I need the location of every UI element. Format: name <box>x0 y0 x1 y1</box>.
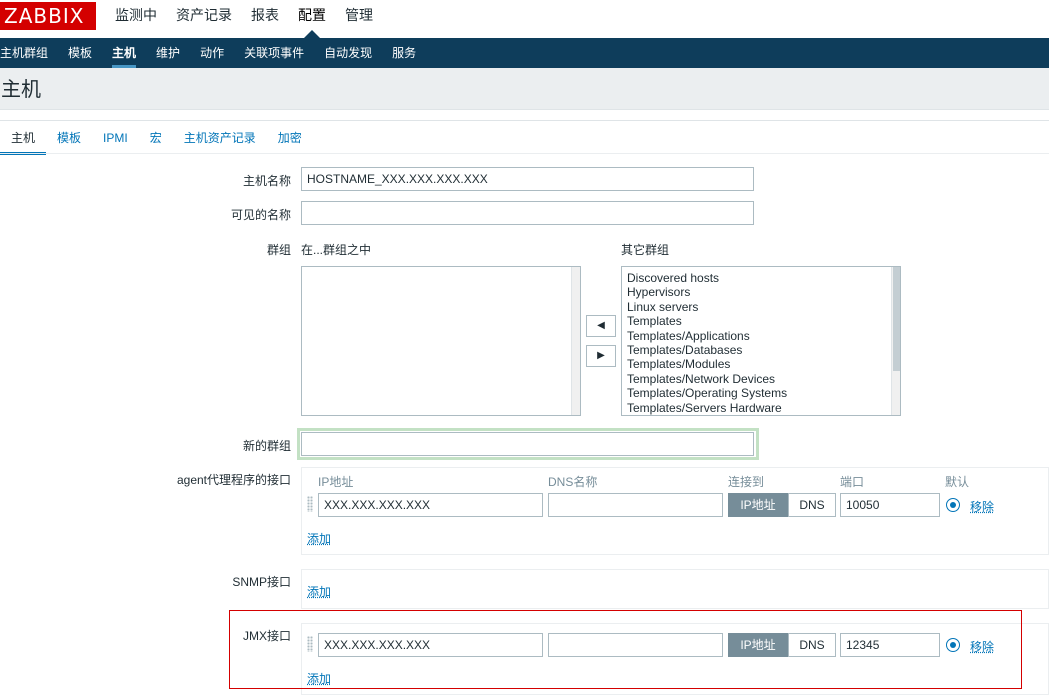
in-groups-label: 在...群组之中 <box>301 243 372 257</box>
list-item[interactable]: Templates/Servers Hardware <box>622 401 900 415</box>
in-groups-list[interactable] <box>301 266 581 416</box>
agent-port-input[interactable]: 10050 <box>840 493 940 517</box>
other-groups-label: 其它群组 <box>621 243 670 257</box>
col-default: 默认 <box>945 475 970 489</box>
in-groups-scrollbar[interactable] <box>571 267 580 415</box>
drag-handle-icon[interactable] <box>307 496 313 512</box>
top-menu-inventory[interactable]: 资产记录 <box>176 0 232 30</box>
move-right-button[interactable]: ▶ <box>586 345 616 367</box>
snmp-interface-label: SNMP接口 <box>232 575 291 589</box>
jmx-highlight-box <box>229 610 1022 689</box>
connect-dns-button[interactable]: DNS <box>788 493 836 517</box>
new-group-input[interactable] <box>301 432 754 456</box>
col-dns: DNS名称 <box>548 475 598 489</box>
list-item[interactable]: Templates/Databases <box>622 343 900 357</box>
zabbix-logo[interactable]: ZABBIX <box>0 2 96 30</box>
sub-menu-hosts[interactable]: 主机 <box>112 38 137 68</box>
sub-menu-maintenance[interactable]: 维护 <box>156 38 180 68</box>
list-item[interactable]: Linux servers <box>622 300 900 314</box>
sub-menu-correlation[interactable]: 关联项事件 <box>244 38 304 68</box>
groups-label: 群组 <box>266 243 291 257</box>
sub-menu-templates[interactable]: 模板 <box>68 38 92 68</box>
page-title: 主机 <box>1 79 41 101</box>
host-name-label: 主机名称 <box>242 174 291 188</box>
list-item[interactable]: Discovered hosts <box>622 271 900 285</box>
tab-encryption[interactable]: 加密 <box>267 123 313 155</box>
top-menu-reports[interactable]: 报表 <box>251 0 279 30</box>
top-menu: 监测中 资产记录 报表 配置 管理 <box>115 0 392 30</box>
top-bar: ZABBIX 监测中 资产记录 报表 配置 管理 <box>0 0 1049 38</box>
page-header: 主机 <box>0 68 1049 110</box>
snmp-add-link[interactable]: 添加 <box>307 583 331 600</box>
sub-menu-services[interactable]: 服务 <box>392 38 416 68</box>
sub-menu-host-groups[interactable]: 主机群组 <box>0 38 48 68</box>
other-groups-list[interactable]: Discovered hosts Hypervisors Linux serve… <box>621 266 901 416</box>
agent-dns-input[interactable] <box>548 493 723 517</box>
tab-templates[interactable]: 模板 <box>46 123 92 155</box>
agent-ip-input[interactable]: XXX.XXX.XXX.XXX <box>318 493 543 517</box>
agent-connect-toggle: IP地址 DNS <box>728 493 836 517</box>
top-menu-configuration[interactable]: 配置 <box>298 0 326 30</box>
tab-ipmi[interactable]: IPMI <box>92 123 139 155</box>
col-ip: IP地址 <box>318 475 354 489</box>
other-groups-scrollbar[interactable] <box>891 267 900 415</box>
tab-host[interactable]: 主机 <box>0 123 47 155</box>
snmp-interface-panel <box>301 569 1049 609</box>
host-name-input[interactable]: HOSTNAME_XXX.XXX.XXX.XXX <box>301 167 754 191</box>
agent-add-link[interactable]: 添加 <box>307 530 331 547</box>
col-port: 端口 <box>840 475 865 489</box>
top-menu-monitoring[interactable]: 监测中 <box>115 0 157 30</box>
agent-remove-link[interactable]: 移除 <box>970 498 994 515</box>
form-tabs: 主机 模板 IPMI 宏 主机资产记录 加密 <box>0 123 313 155</box>
agent-interface-label: agent代理程序的接口 <box>176 473 291 487</box>
tabs-divider <box>0 153 1049 154</box>
list-item[interactable]: Templates/Operating Systems <box>622 386 900 400</box>
active-menu-caret <box>304 30 320 38</box>
tab-inventory[interactable]: 主机资产记录 <box>173 123 267 155</box>
list-item[interactable]: Templates/Applications <box>622 329 900 343</box>
visible-name-label: 可见的名称 <box>230 208 291 222</box>
list-item[interactable]: Templates/Modules <box>622 357 900 371</box>
new-group-label: 新的群组 <box>242 439 291 453</box>
visible-name-input[interactable] <box>301 201 754 225</box>
move-left-button[interactable]: ◀ <box>586 315 616 337</box>
list-item[interactable]: Templates/Network Devices <box>622 372 900 386</box>
col-connect-to: 连接到 <box>728 475 765 489</box>
scrollbar-thumb[interactable] <box>893 267 900 371</box>
list-item[interactable]: Hypervisors <box>622 285 900 299</box>
agent-default-radio[interactable] <box>946 498 960 512</box>
connect-ip-button[interactable]: IP地址 <box>728 493 788 517</box>
top-menu-administration[interactable]: 管理 <box>345 0 373 30</box>
sub-menu: 主机群组 模板 主机 维护 动作 关联项事件 自动发现 服务 <box>0 38 1049 68</box>
list-item[interactable]: Templates <box>622 314 900 328</box>
sub-menu-actions[interactable]: 动作 <box>200 38 224 68</box>
sub-menu-discovery[interactable]: 自动发现 <box>324 38 372 68</box>
tab-macros[interactable]: 宏 <box>139 123 173 155</box>
